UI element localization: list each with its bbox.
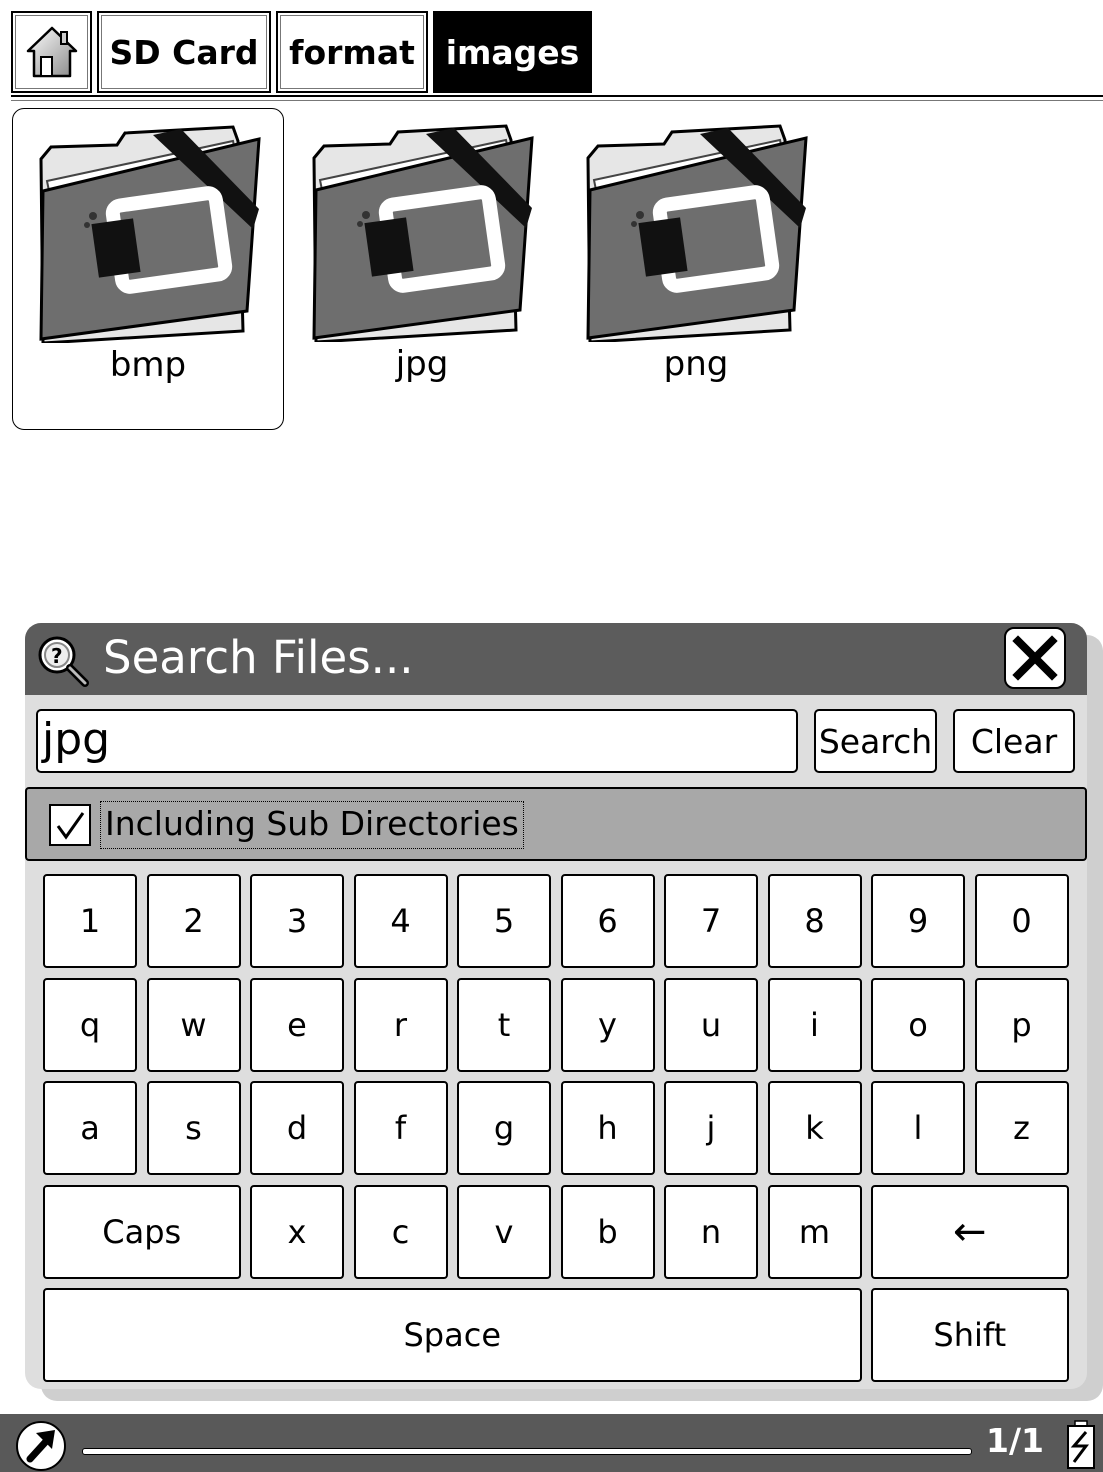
key-e[interactable]: e: [250, 977, 344, 1072]
magnifier-help-icon: ?: [38, 636, 89, 687]
close-button[interactable]: [1004, 627, 1066, 689]
key-8[interactable]: 8: [767, 874, 862, 968]
search-button[interactable]: Search: [814, 709, 937, 773]
key-6[interactable]: 6: [560, 874, 655, 968]
folder-name: png: [663, 344, 729, 384]
caps-key[interactable]: Caps: [43, 1184, 241, 1279]
key-r[interactable]: r: [353, 977, 448, 1072]
dialog-title-bar: ? Search Files...: [25, 623, 1087, 695]
include-subdirectories-checkbox[interactable]: [49, 804, 91, 846]
key-3[interactable]: 3: [250, 874, 344, 968]
key-f[interactable]: f: [353, 1081, 448, 1175]
key-7[interactable]: 7: [664, 874, 758, 968]
key-h[interactable]: h: [560, 1081, 655, 1175]
space-key[interactable]: Space: [43, 1288, 862, 1382]
key-b[interactable]: b: [560, 1184, 655, 1279]
folder-name: bmp: [109, 345, 187, 385]
battery-charging-icon: [1067, 1420, 1095, 1469]
breadcrumb-divider-shadow: [11, 100, 1103, 101]
breadcrumb-divider: [11, 95, 1103, 97]
key-d[interactable]: d: [250, 1081, 344, 1175]
search-input[interactable]: jpg: [36, 709, 798, 773]
key-c[interactable]: c: [353, 1184, 448, 1279]
close-icon: [1012, 635, 1058, 681]
svg-text:?: ?: [51, 644, 63, 668]
folder-item-bmp[interactable]: bmp: [12, 108, 284, 430]
page-indicator: 1/1: [986, 1421, 1044, 1460]
search-dialog: ? Search Files... jpg Search Clear Inclu…: [25, 623, 1087, 1389]
key-y[interactable]: y: [560, 977, 655, 1072]
key-4[interactable]: 4: [353, 874, 448, 968]
key-2[interactable]: 2: [146, 874, 241, 968]
key-k[interactable]: k: [767, 1081, 862, 1175]
include-subdirectories-label[interactable]: Including Sub Directories: [100, 801, 524, 849]
folder-item-png[interactable]: png: [560, 108, 832, 430]
status-bar: 1/1: [0, 1414, 1103, 1472]
key-p[interactable]: p: [974, 977, 1069, 1072]
include-subdirectories-row: Including Sub Directories: [25, 787, 1087, 861]
breadcrumb-sd-card[interactable]: SD Card: [97, 11, 271, 93]
key-n[interactable]: n: [664, 1184, 758, 1279]
key-l[interactable]: l: [871, 1081, 965, 1175]
key-v[interactable]: v: [457, 1184, 551, 1279]
folder-item-jpg[interactable]: jpg: [286, 108, 558, 430]
key-t[interactable]: t: [457, 977, 551, 1072]
key-q[interactable]: q: [43, 977, 137, 1072]
rotate-arrow-icon[interactable]: [12, 1421, 70, 1471]
image-folder-icon: [39, 125, 261, 343]
home-button[interactable]: [11, 11, 92, 93]
page-progress-bar[interactable]: [82, 1448, 972, 1455]
clear-button[interactable]: Clear: [953, 709, 1075, 773]
key-1[interactable]: 1: [43, 874, 137, 968]
breadcrumb-format[interactable]: format: [276, 11, 428, 93]
breadcrumb-images[interactable]: images: [433, 11, 592, 93]
key-0[interactable]: 0: [974, 874, 1069, 968]
key-u[interactable]: u: [664, 977, 758, 1072]
key-j[interactable]: j: [664, 1081, 758, 1175]
image-folder-icon: [312, 124, 534, 342]
key-z[interactable]: z: [974, 1081, 1069, 1175]
home-icon: [26, 26, 77, 78]
key-o[interactable]: o: [871, 977, 965, 1072]
checkmark-icon: [56, 812, 85, 840]
folder-name: jpg: [395, 344, 449, 384]
key-a[interactable]: a: [43, 1081, 137, 1175]
key-i[interactable]: i: [767, 977, 862, 1072]
key-m[interactable]: m: [767, 1184, 862, 1279]
key-5[interactable]: 5: [457, 874, 551, 968]
image-folder-icon: [586, 124, 808, 342]
key-s[interactable]: s: [146, 1081, 241, 1175]
backspace-key[interactable]: ←: [871, 1184, 1069, 1279]
dialog-title: Search Files...: [103, 631, 414, 684]
key-9[interactable]: 9: [871, 874, 965, 968]
key-w[interactable]: w: [146, 977, 241, 1072]
key-x[interactable]: x: [250, 1184, 344, 1279]
shift-key[interactable]: Shift: [871, 1288, 1069, 1382]
key-g[interactable]: g: [457, 1081, 551, 1175]
